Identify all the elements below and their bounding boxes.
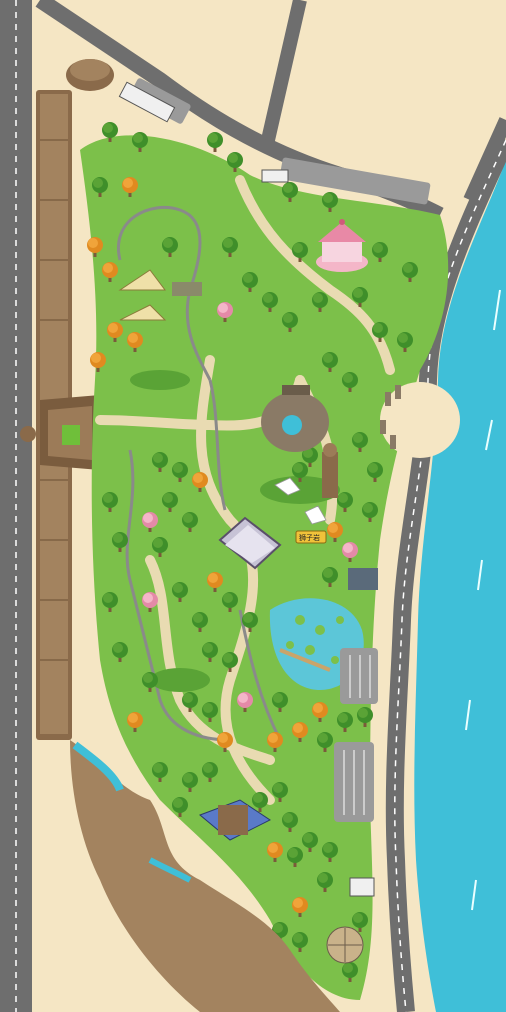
park-map-svg: 狮子岩 [0, 0, 506, 1012]
tree-highlight [183, 693, 193, 703]
tree-highlight [343, 543, 353, 553]
tree-highlight [103, 593, 113, 603]
tree-highlight [173, 798, 183, 808]
tree-highlight [203, 703, 213, 713]
tree-highlight [203, 643, 213, 653]
park-map: 狮子岩 [0, 0, 506, 1012]
tree-highlight [208, 573, 218, 583]
tree-highlight [223, 653, 233, 663]
service-building [348, 568, 378, 590]
tree-highlight [403, 263, 413, 273]
tree-highlight [358, 708, 368, 718]
place-sign-label: 狮子岩 [299, 533, 320, 542]
tree-highlight [128, 333, 138, 343]
tree-highlight [153, 453, 163, 463]
tree-highlight [323, 568, 333, 578]
tree-highlight [88, 238, 98, 248]
tree-highlight [143, 513, 153, 523]
tree-highlight [313, 293, 323, 303]
tree-highlight [238, 693, 248, 703]
tree-highlight [218, 303, 228, 313]
tree-highlight [113, 643, 123, 653]
tree-highlight [313, 703, 323, 713]
tree-highlight [318, 873, 328, 883]
tree-highlight [253, 793, 263, 803]
tree-highlight [303, 833, 313, 843]
tree-highlight [143, 673, 153, 683]
tree-highlight [163, 238, 173, 248]
tree-highlight [293, 243, 303, 253]
gate-tower [20, 426, 36, 442]
tree-highlight [293, 933, 303, 943]
tree-highlight [363, 503, 373, 513]
tree-highlight [273, 693, 283, 703]
tree-highlight [353, 433, 363, 443]
tree-highlight [243, 273, 253, 283]
tree-highlight [173, 463, 183, 473]
tree-highlight [223, 593, 233, 603]
tree-highlight [323, 843, 333, 853]
tree-highlight [123, 178, 133, 188]
tree-highlight [223, 238, 233, 248]
tree-highlight [263, 293, 273, 303]
tree-highlight [183, 773, 193, 783]
tree-highlight [103, 123, 113, 133]
tree-highlight [203, 763, 213, 773]
statue [322, 443, 338, 498]
tree-highlight [208, 133, 218, 143]
tree-highlight [338, 493, 348, 503]
tree-highlight [243, 613, 253, 623]
tree-highlight [323, 353, 333, 363]
tree-highlight [143, 593, 153, 603]
tree-highlight [173, 583, 183, 593]
tree-highlight [183, 513, 193, 523]
tree-highlight [293, 898, 303, 908]
tree-highlight [103, 493, 113, 503]
place-sign: 狮子岩 [295, 530, 327, 544]
tree-highlight [91, 353, 101, 363]
tree-highlight [293, 723, 303, 733]
tree-highlight [398, 333, 408, 343]
tree-highlight [288, 848, 298, 858]
tree-highlight [218, 733, 228, 743]
tree-highlight [228, 153, 238, 163]
tree-highlight [338, 713, 348, 723]
tree-highlight [128, 713, 138, 723]
round-tower-top [70, 59, 110, 81]
kiosk-building [261, 169, 289, 183]
tree-highlight [163, 493, 173, 503]
tree-highlight [273, 923, 283, 933]
tree-highlight [268, 843, 278, 853]
tree-highlight [328, 523, 338, 533]
tree-highlight [273, 783, 283, 793]
tree-highlight [353, 288, 363, 298]
tree-highlight [113, 533, 123, 543]
tree-highlight [153, 538, 163, 548]
tree-highlight [108, 323, 118, 333]
sundial [326, 926, 364, 964]
tree-highlight [283, 313, 293, 323]
tree-highlight [373, 323, 383, 333]
restroom-building [349, 877, 375, 897]
tree-highlight [153, 763, 163, 773]
tree-highlight [343, 963, 353, 973]
tree-highlight [103, 263, 113, 273]
tree-highlight [368, 463, 378, 473]
tree-highlight [193, 613, 203, 623]
tree-highlight [353, 913, 363, 923]
tree-highlight [343, 373, 353, 383]
gate-plaque [62, 425, 80, 445]
tree-highlight [373, 243, 383, 253]
tree-highlight [283, 813, 293, 823]
tree-highlight [268, 733, 278, 743]
tree-highlight [293, 463, 303, 473]
tree-highlight [323, 193, 333, 203]
tree-highlight [283, 183, 293, 193]
tree-highlight [133, 133, 143, 143]
tree-highlight [193, 473, 203, 483]
tree-highlight [318, 733, 328, 743]
tree-highlight [93, 178, 103, 188]
